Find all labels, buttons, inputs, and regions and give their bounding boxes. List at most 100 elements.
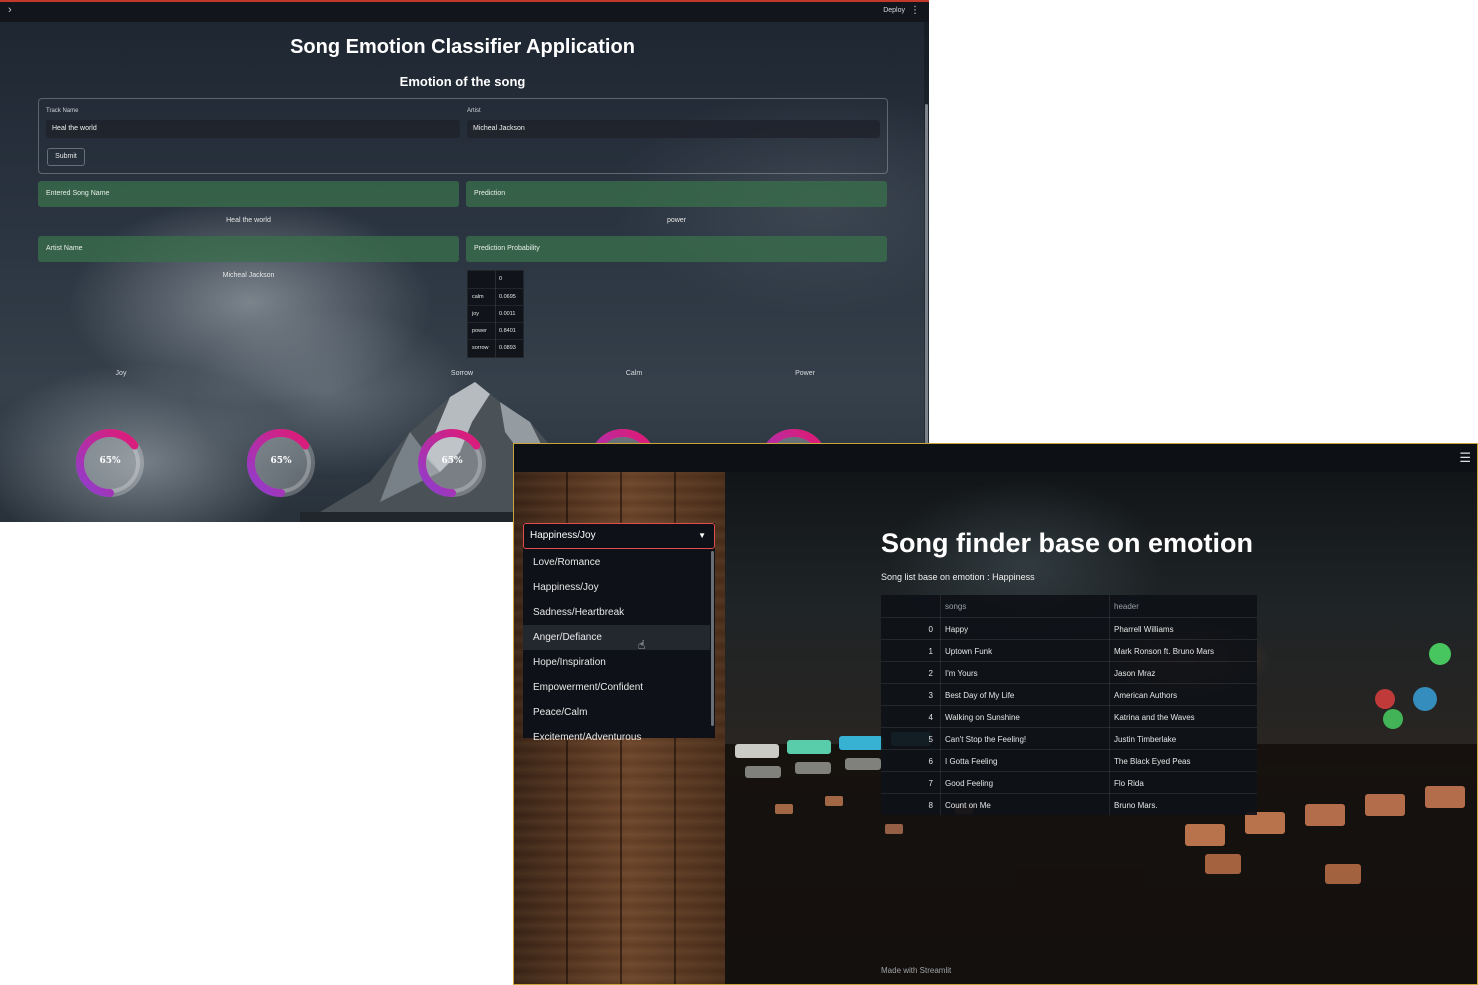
table-row[interactable]: 5 Can't Stop the Feeling! Justin Timberlak… <box>881 727 1257 750</box>
column-header-header[interactable]: header <box>1114 602 1139 611</box>
artist-cell: Justin Timberlake <box>1114 735 1177 744</box>
menu-icon[interactable]: ☰ <box>1459 450 1471 466</box>
column-header-songs[interactable]: songs <box>945 602 966 611</box>
prediction-value: power <box>666 217 687 224</box>
more-menu-icon[interactable]: ⋮ <box>910 5 920 16</box>
emotion-select-box[interactable]: Happiness/Joy ▼ <box>523 523 715 549</box>
song-cell: Good Feeling <box>945 779 994 788</box>
select-option[interactable]: Love/Romance <box>523 550 710 575</box>
artist-cell: Katrina and the Waves <box>1114 713 1195 722</box>
select-option[interactable]: Anger/Defiance <box>523 625 710 650</box>
song-cell: Can't Stop the Feeling! <box>945 735 1027 744</box>
gauge-label-power: Power <box>795 370 815 377</box>
pointer-cursor-icon: ☝ <box>638 638 646 652</box>
page-subtitle: Song list base on emotion : Happiness <box>881 572 1035 582</box>
gauge-label-sorrow: Sorrow <box>450 370 474 377</box>
select-option[interactable]: Peace/Calm <box>523 700 710 725</box>
caret-down-icon[interactable]: ▼ <box>698 524 706 548</box>
table-row[interactable]: 6 I Gotta Feeling The Black Eyed Peas <box>881 749 1257 772</box>
gauge-label-calm: Calm <box>625 370 643 377</box>
gauge-percent: 65% <box>270 456 292 466</box>
entered-song-header: Entered Song Name <box>38 181 459 207</box>
emotion-gauge: 65% <box>72 425 148 501</box>
probability-value: 0.0011 <box>499 311 516 317</box>
emotion-gauge: 65% <box>243 425 319 501</box>
entered-song-value: Heal the world <box>226 217 271 224</box>
page-title: Song finder base on emotion <box>881 528 1254 558</box>
emotion-select[interactable]: Happiness/Joy ▼ Love/Romance Happiness/Jo… <box>523 523 715 743</box>
dropdown-scrollbar[interactable] <box>711 551 714 726</box>
table-row[interactable]: 8 Count on Me Bruno Mars. <box>881 793 1257 816</box>
select-option[interactable]: Sadness/Heartbreak <box>523 600 710 625</box>
select-option[interactable]: Hope/Inspiration <box>523 650 710 675</box>
track-name-input[interactable]: Heal the world <box>46 120 460 138</box>
probability-value: 0.0695 <box>499 294 516 300</box>
row-index: 6 <box>928 757 933 766</box>
table-row: calm 0.0695 <box>468 288 523 306</box>
table-row: sorrow 0.0893 <box>468 339 523 357</box>
songs-table[interactable]: songs header 0 Happy Pharrell Williams 1 Upt… <box>881 595 1257 815</box>
song-cell: Uptown Funk <box>945 647 993 656</box>
table-row[interactable]: 2 I'm Yours Jason Mraz <box>881 661 1257 684</box>
submit-button[interactable]: Submit <box>47 148 85 166</box>
emotion-label: calm <box>472 294 484 300</box>
song-cell: Count on Me <box>945 801 991 810</box>
table-column-header: 0 <box>499 276 503 282</box>
select-option[interactable]: Happiness/Joy <box>523 575 710 600</box>
footer-text[interactable]: Made with Streamlit <box>881 966 951 975</box>
artist-cell: Bruno Mars. <box>1114 801 1158 810</box>
gauge-percent: 65% <box>99 456 121 466</box>
probability-value: 0.8401 <box>499 328 516 334</box>
top-bar: ☰ <box>514 444 1477 472</box>
song-cell: I Gotta Feeling <box>945 757 998 766</box>
selected-value: Happiness/Joy <box>530 530 596 541</box>
page-title: Song Emotion Classifier Application <box>290 36 635 58</box>
emotion-label: joy <box>472 311 480 317</box>
select-option[interactable]: Excitement/Adventurous <box>523 725 710 750</box>
artist-cell: Jason Mraz <box>1114 669 1156 678</box>
emotion-gauge: 65% <box>414 425 490 501</box>
table-row[interactable]: 4 Walking on Sunshine Katrina and the Wave… <box>881 705 1257 728</box>
artist-cell: Mark Ronson ft. Bruno Mars <box>1114 647 1215 656</box>
row-index: 3 <box>928 691 933 700</box>
table-header: songs header <box>881 595 1257 617</box>
artist-cell: Pharrell Williams <box>1114 625 1174 634</box>
emotion-label: sorrow <box>472 345 489 351</box>
row-index: 2 <box>928 669 933 678</box>
probability-header: Prediction Probability <box>466 236 887 262</box>
song-cell: I'm Yours <box>945 669 978 678</box>
emotion-label: power <box>472 328 487 334</box>
artist-input[interactable]: Micheal Jackson <box>467 120 880 138</box>
gauge-percent: 65% <box>441 456 463 466</box>
table-row[interactable]: 7 Good Feeling Flo Rida <box>881 771 1257 794</box>
row-index: 1 <box>928 647 933 656</box>
select-option[interactable]: Empowerment/Confident <box>523 675 710 700</box>
table-row[interactable]: 3 Best Day of My Life American Authors <box>881 683 1257 706</box>
row-index: 7 <box>928 779 933 788</box>
artist-name-header: Artist Name <box>38 236 459 262</box>
chevron-right-icon[interactable]: › <box>8 4 12 16</box>
prediction-header: Prediction <box>466 181 887 207</box>
gauge-label-joy: Joy <box>115 370 127 377</box>
artist-cell: The Black Eyed Peas <box>1114 757 1191 766</box>
song-cell: Walking on Sunshine <box>945 713 1020 722</box>
song-cell: Happy <box>945 625 969 634</box>
deploy-button[interactable]: Deploy <box>883 7 905 14</box>
table-row: power 0.8401 <box>468 322 523 340</box>
artist-name-value: Micheal Jackson <box>222 272 275 279</box>
table-row[interactable]: 1 Uptown Funk Mark Ronson ft. Bruno Mars <box>881 639 1257 662</box>
top-bar: › Deploy ⋮ <box>0 2 929 22</box>
scrollbar-thumb[interactable] <box>925 104 928 464</box>
artist-label: Artist <box>467 108 481 114</box>
page-subtitle: Emotion of the song <box>399 74 526 89</box>
row-index: 8 <box>928 801 933 810</box>
probability-value: 0.0893 <box>499 345 516 351</box>
track-name-label: Track Name <box>46 108 79 114</box>
artist-cell: Flo Rida <box>1114 779 1144 788</box>
row-index: 5 <box>928 735 933 744</box>
song-form: Track Name Heal the world Artist Micheal… <box>38 98 888 174</box>
probability-table[interactable]: 0 calm 0.0695 joy 0.0011 power 0.8401 so… <box>467 270 524 358</box>
table-row: joy 0.0011 <box>468 305 523 323</box>
table-row[interactable]: 0 Happy Pharrell Williams <box>881 617 1257 640</box>
row-index: 0 <box>928 625 933 634</box>
